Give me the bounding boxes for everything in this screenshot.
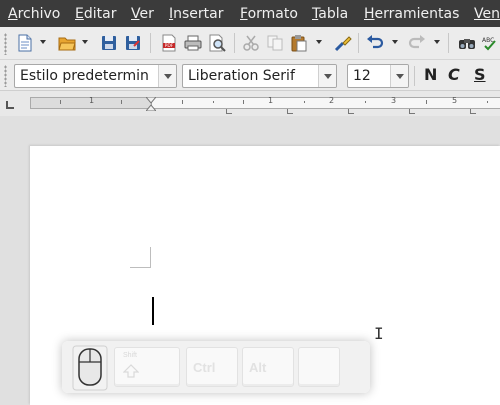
ruler-tick [60, 100, 61, 104]
shift-key: Shift [114, 347, 180, 387]
redo-dropdown-arrow[interactable] [434, 40, 440, 44]
chevron-down-icon[interactable] [158, 65, 176, 87]
open-dropdown-arrow[interactable] [82, 40, 88, 44]
undo-dropdown-arrow[interactable] [392, 40, 398, 44]
horizontal-ruler[interactable]: 1 1 2 3 4 5 [0, 91, 500, 116]
ctrl-key-label: Ctrl [193, 360, 216, 375]
indent-marker-icon[interactable] [144, 96, 158, 112]
menu-editar[interactable]: Editar [75, 5, 116, 23]
toolbar-separator [358, 33, 359, 53]
ruler-number: 5 [452, 96, 458, 105]
toolbar-grip[interactable] [4, 33, 7, 55]
keystroke-overlay: Shift Ctrl Alt [62, 341, 370, 393]
ctrl-key: Ctrl [186, 347, 238, 387]
ruler-tick [426, 100, 427, 104]
toolbar-separator [234, 33, 235, 53]
undo-icon[interactable] [364, 31, 386, 55]
cut-icon[interactable] [240, 31, 262, 55]
open-folder-icon[interactable] [56, 31, 78, 55]
copy-icon[interactable] [264, 31, 286, 55]
ruler-number: 1 [268, 96, 274, 105]
redo-icon[interactable] [406, 31, 428, 55]
ruler-number: 1 [89, 96, 95, 105]
menu-bar: Archivo Editar Ver Insertar Formato Tabl… [0, 0, 500, 27]
menu-ventana[interactable]: Ven [474, 5, 500, 23]
chevron-down-icon[interactable] [318, 65, 336, 87]
menu-herramientas[interactable]: Herramientas [364, 5, 459, 23]
alt-key-label: Alt [249, 360, 267, 375]
ruler-number: 2 [329, 96, 335, 105]
super-key [298, 347, 340, 387]
new-document-icon[interactable] [14, 31, 36, 55]
print-preview-icon[interactable] [206, 31, 228, 55]
ruler-tick [182, 100, 183, 104]
ruler-tick [121, 100, 122, 104]
tab-stop-marker[interactable] [287, 109, 293, 114]
paste-dropdown-arrow[interactable] [316, 40, 322, 44]
svg-text:PDF: PDF [165, 43, 174, 49]
writer-window: Archivo Editar Ver Insertar Formato Tabl… [0, 0, 500, 405]
ibeam-cursor-icon: I [374, 324, 384, 343]
paragraph-style-combo[interactable]: Estilo predetermin [14, 64, 177, 88]
chevron-down-icon[interactable] [390, 65, 408, 87]
tab-type-icon[interactable] [6, 101, 14, 109]
font-name-value: Liberation Serif [188, 68, 295, 84]
bold-button[interactable]: N [424, 65, 437, 84]
find-icon[interactable] [456, 31, 478, 55]
save-icon[interactable] [98, 31, 120, 55]
toolbar-separator [448, 33, 449, 53]
document-area: I Shift Ctrl Alt [0, 116, 500, 405]
formatting-toolbar: Estilo predetermin Liberation Serif 12 N… [0, 60, 500, 91]
ruler-tick [487, 101, 488, 103]
menu-insertar[interactable]: Insertar [169, 5, 224, 23]
ruler-number: 3 [391, 96, 397, 105]
underline-button[interactable]: S [474, 65, 486, 84]
text-cursor [152, 297, 154, 325]
shift-arrow-icon [123, 364, 139, 378]
save-as-icon[interactable] [122, 31, 144, 55]
text-boundary-corner [130, 247, 151, 268]
ruler-tick [304, 101, 305, 103]
new-dropdown-arrow[interactable] [40, 40, 46, 44]
italic-button[interactable]: C [448, 65, 460, 84]
font-name-combo[interactable]: Liberation Serif [182, 64, 337, 88]
spellcheck-icon[interactable]: ABC [480, 31, 500, 55]
toolbar-separator [414, 66, 415, 86]
tab-stop-marker[interactable] [226, 109, 232, 114]
menu-archivo[interactable]: Archivo [8, 5, 60, 23]
toolbar-grip[interactable] [4, 65, 7, 87]
mouse-icon [72, 345, 108, 391]
tab-stop-marker[interactable] [348, 109, 354, 114]
tab-stop-marker[interactable] [470, 109, 476, 114]
document-page[interactable]: I Shift Ctrl Alt [30, 146, 500, 405]
print-icon[interactable] [182, 31, 204, 55]
menu-tabla[interactable]: Tabla [312, 5, 348, 23]
ruler-tick [213, 101, 214, 103]
ruler-tick [243, 100, 244, 104]
toolbar-separator [150, 33, 151, 53]
clone-formatting-icon[interactable] [332, 31, 354, 55]
paragraph-style-value: Estilo predetermin [20, 68, 149, 84]
menu-ver[interactable]: Ver [131, 5, 154, 23]
alt-key: Alt [242, 347, 294, 387]
standard-toolbar: PDF ABC [0, 27, 500, 60]
export-pdf-icon[interactable]: PDF [158, 31, 180, 55]
tab-stop-marker[interactable] [409, 109, 415, 114]
paste-icon[interactable] [288, 31, 310, 55]
menu-formato[interactable]: Formato [240, 5, 298, 23]
ruler-tick [365, 101, 366, 103]
font-size-combo[interactable]: 12 [347, 64, 409, 88]
font-size-value: 12 [353, 68, 371, 84]
shift-key-label: Shift [123, 352, 138, 359]
